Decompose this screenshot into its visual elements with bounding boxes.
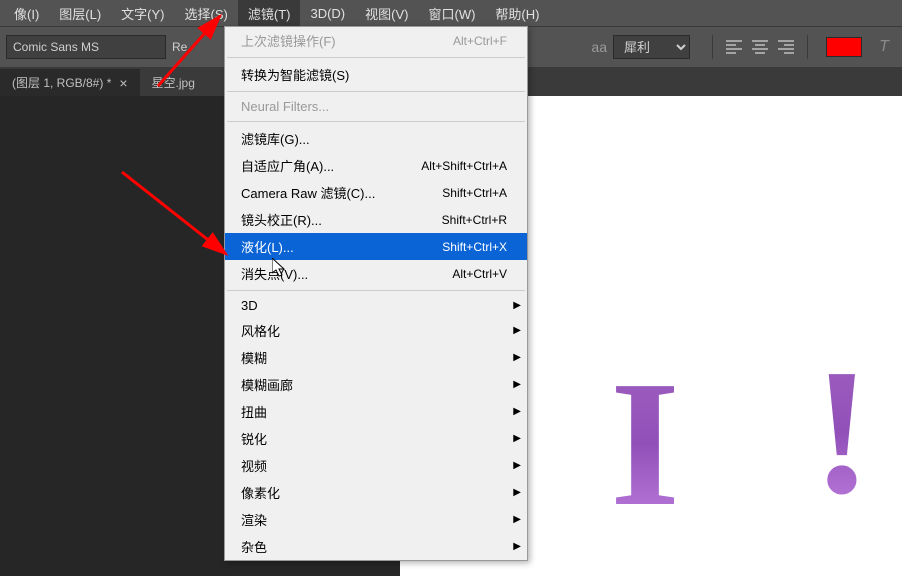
menu-item[interactable]: 视频 ▶ [225,452,527,479]
menu-item-label: 消失点(V)... [241,264,308,283]
document-tab[interactable]: 星空.jpg [140,69,207,96]
submenu-arrow-icon: ▶ [513,379,521,390]
menu-item[interactable]: 模糊 ▶ [225,344,527,371]
menu-item-label: Camera Raw 滤镜(C)... [241,183,375,202]
menu-shortcut: Shift+Ctrl+X [442,240,507,254]
text-layer-exclaim: ! [812,342,872,522]
font-family-select[interactable] [6,35,166,59]
align-center-button[interactable] [748,35,772,59]
menu-item[interactable]: 像素化 ▶ [225,479,527,506]
tab-label: (图层 1, RGB/8#) * [12,74,111,91]
align-right-button[interactable] [774,35,798,59]
submenu-arrow-icon: ▶ [513,433,521,444]
menu-item-label: 锐化 [241,429,267,448]
menu-item[interactable]: Camera Raw 滤镜(C)... Shift+Ctrl+A [225,179,527,206]
menu-item[interactable]: 镜头校正(R)... Shift+Ctrl+R [225,206,527,233]
menu-item-label: 液化(L)... [241,237,294,256]
menu-item-label: 模糊 [241,348,267,367]
submenu-arrow-icon: ▶ [513,300,521,311]
menu-separator [227,91,525,92]
menu-item[interactable]: 扭曲 ▶ [225,398,527,425]
menu-window[interactable]: 窗口(W) [418,0,485,27]
menu-item[interactable]: 锐化 ▶ [225,425,527,452]
menu-item: Neural Filters... [225,95,527,118]
menu-item[interactable]: 消失点(V)... Alt+Ctrl+V [225,260,527,287]
toolbar-divider [807,35,808,59]
submenu-arrow-icon: ▶ [513,406,521,417]
submenu-arrow-icon: ▶ [513,487,521,498]
menu-item[interactable]: 风格化 ▶ [225,317,527,344]
menu-item-label: 3D [241,298,258,313]
menu-item-label: 上次滤镜操作(F) [241,31,336,50]
menu-shortcut: Shift+Ctrl+A [442,186,507,200]
menu-view[interactable]: 视图(V) [355,0,418,27]
menu-item-label: 渲染 [241,510,267,529]
menu-item: 上次滤镜操作(F) Alt+Ctrl+F [225,27,527,54]
menu-item[interactable]: 模糊画廊 ▶ [225,371,527,398]
menu-item-label: 扭曲 [241,402,267,421]
menu-item-label: 风格化 [241,321,280,340]
menu-item[interactable]: 液化(L)... Shift+Ctrl+X [225,233,527,260]
menu-item-label: 镜头校正(R)... [241,210,322,229]
antialias-label: aa [591,39,607,55]
menu-filter[interactable]: 滤镜(T) [238,0,301,27]
menu-item-label: 模糊画廊 [241,375,293,394]
text-layer-letter: I [610,354,680,534]
menubar: 像(I) 图层(L) 文字(Y) 选择(S) 滤镜(T) 3D(D) 视图(V)… [0,0,902,26]
menu-item-label: 滤镜库(G)... [241,129,310,148]
antialias-select[interactable]: 犀利 [613,35,690,59]
menu-item[interactable]: 自适应广角(A)... Alt+Shift+Ctrl+A [225,152,527,179]
submenu-arrow-icon: ▶ [513,352,521,363]
menu-item[interactable]: 杂色 ▶ [225,533,527,560]
menu-shortcut: Alt+Ctrl+F [453,34,507,48]
submenu-arrow-icon: ▶ [513,460,521,471]
menu-item-label: 自适应广角(A)... [241,156,334,175]
warp-text-icon[interactable]: T [872,35,896,59]
menu-layer[interactable]: 图层(L) [49,0,111,27]
menu-separator [227,290,525,291]
menu-item-label: 杂色 [241,537,267,556]
menu-separator [227,121,525,122]
menu-item-label: Neural Filters... [241,99,329,114]
menu-item-label: 视频 [241,456,267,475]
submenu-arrow-icon: ▶ [513,514,521,525]
menu-item-label: 像素化 [241,483,280,502]
menu-shortcut: Shift+Ctrl+R [442,213,507,227]
menu-shortcut: Alt+Ctrl+V [452,267,507,281]
menu-separator [227,57,525,58]
align-left-button[interactable] [722,35,746,59]
menu-help[interactable]: 帮助(H) [485,0,549,27]
filter-menu: 上次滤镜操作(F) Alt+Ctrl+F 转换为智能滤镜(S) Neural Filt… [224,26,528,561]
submenu-arrow-icon: ▶ [513,541,521,552]
submenu-arrow-icon: ▶ [513,325,521,336]
menu-item[interactable]: 3D ▶ [225,294,527,317]
text-color-swatch[interactable] [826,37,862,57]
font-style-label: Re [172,40,187,54]
menu-image[interactable]: 像(I) [4,0,49,27]
toolbar-divider [712,35,713,59]
menu-type[interactable]: 文字(Y) [111,0,174,27]
menu-shortcut: Alt+Shift+Ctrl+A [421,159,507,173]
menu-item[interactable]: 渲染 ▶ [225,506,527,533]
menu-item[interactable]: 转换为智能滤镜(S) [225,61,527,88]
document-tab[interactable]: (图层 1, RGB/8#) * × [0,69,140,96]
tab-label: 星空.jpg [152,74,195,91]
close-icon[interactable]: × [119,75,127,91]
menu-item-label: 转换为智能滤镜(S) [241,65,349,84]
menu-3d[interactable]: 3D(D) [300,2,355,25]
menu-select[interactable]: 选择(S) [175,0,238,27]
menu-item[interactable]: 滤镜库(G)... [225,125,527,152]
